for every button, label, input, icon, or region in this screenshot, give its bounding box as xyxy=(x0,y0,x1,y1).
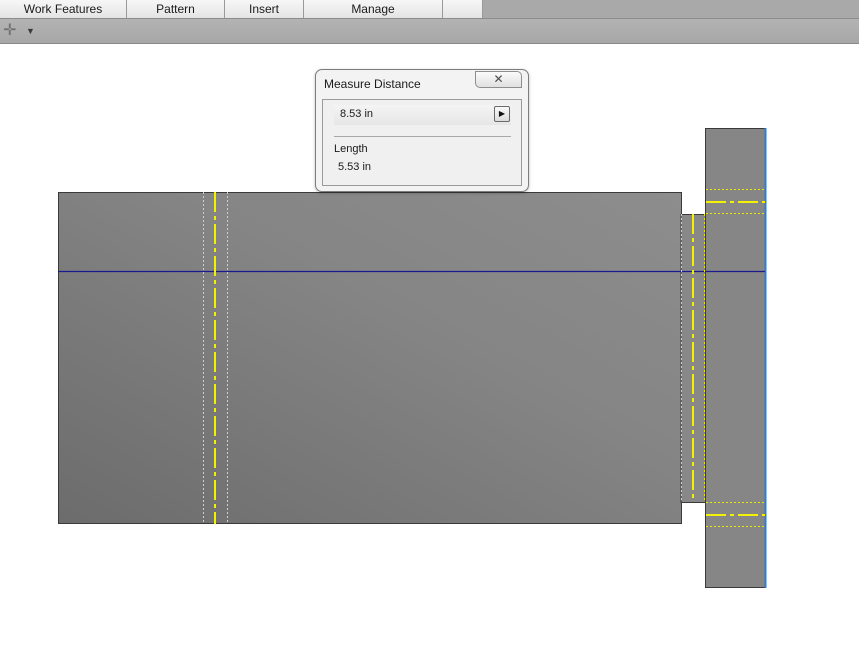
length-value: 5.53 in xyxy=(338,161,372,173)
close-button[interactable]: ✕ xyxy=(475,71,522,88)
quick-access-plus-icon[interactable]: ✛ xyxy=(3,23,17,39)
tab-pattern[interactable]: Pattern xyxy=(127,0,225,18)
ribbon-tab-bar: Work Features Pattern Insert Manage xyxy=(0,0,859,19)
length-label: Length xyxy=(334,143,368,155)
play-arrow-icon: ▶ xyxy=(498,109,506,118)
tab-work-features[interactable]: Work Features xyxy=(0,0,127,18)
dialog-panel: 8.53 in ▶ Length 5.53 in xyxy=(322,99,522,186)
tab-insert[interactable]: Insert xyxy=(225,0,304,18)
quick-access-toolbar: ✛ ▼ xyxy=(0,19,859,44)
expand-button[interactable]: ▶ xyxy=(494,106,510,122)
distance-value-field[interactable]: 8.53 in ▶ xyxy=(334,105,511,125)
close-icon: ✕ xyxy=(493,72,504,86)
flange-body xyxy=(705,128,766,588)
dropdown-arrow-icon[interactable]: ▼ xyxy=(26,24,36,38)
tab-manage[interactable]: Manage xyxy=(304,0,443,18)
distance-value: 8.53 in xyxy=(340,108,374,120)
divider xyxy=(334,136,511,137)
tab-extra[interactable] xyxy=(443,0,483,18)
dialog-title: Measure Distance xyxy=(324,77,421,91)
measure-distance-dialog[interactable]: Measure Distance ✕ 8.53 in ▶ Length 5.53… xyxy=(315,69,529,192)
shaft-body xyxy=(58,192,682,524)
